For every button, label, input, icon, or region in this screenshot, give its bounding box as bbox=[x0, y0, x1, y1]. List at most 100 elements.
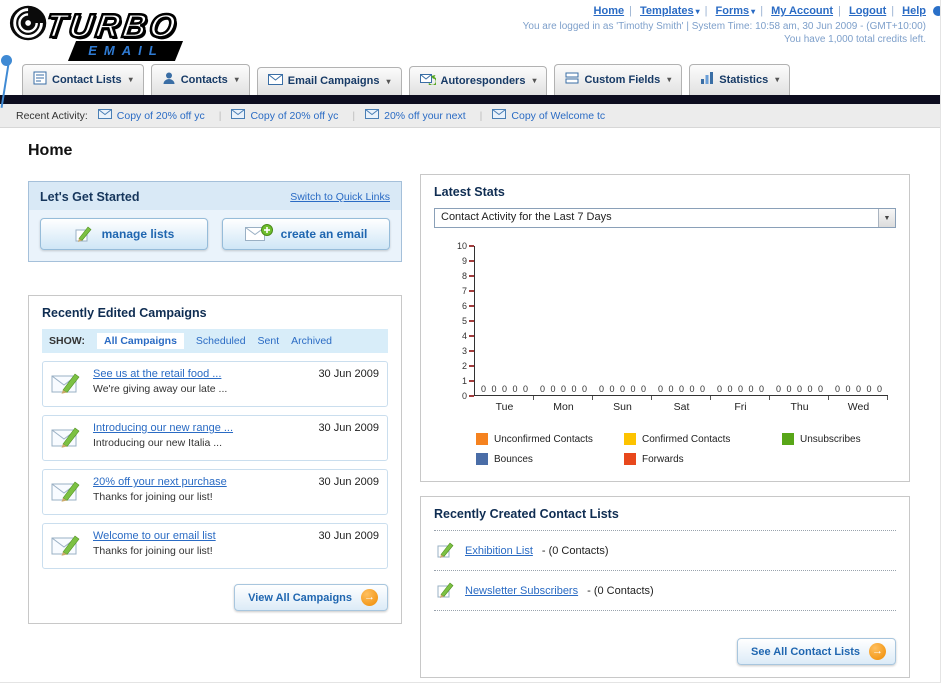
email-edit-icon bbox=[51, 368, 85, 400]
separator bbox=[700, 5, 713, 17]
filter-all-campaigns[interactable]: All Campaigns bbox=[96, 333, 184, 349]
campaign-list-item: Welcome to our email list Thanks for joi… bbox=[42, 523, 388, 569]
recent-activity-bar: Recent Activity: Copy of 20% off yc Copy… bbox=[0, 104, 940, 128]
recent-contact-lists-panel: Recently Created Contact Lists Exhibitio… bbox=[420, 496, 910, 678]
stats-period-value: Contact Activity for the Last 7 Days bbox=[441, 211, 612, 223]
campaign-title-link[interactable]: See us at the retail food ... bbox=[93, 368, 310, 380]
recent-activity-item[interactable]: 20% off your next bbox=[365, 109, 482, 122]
chart-legend: Unconfirmed Contacts Confirmed Contacts … bbox=[476, 433, 896, 465]
chart-values-row: 0 0 0 0 00 0 0 0 00 0 0 0 00 0 0 0 00 0 … bbox=[480, 384, 883, 394]
tab-email-campaigns[interactable]: Email Campaigns ▾ bbox=[256, 67, 402, 95]
header-nav: Home Templates▾ Forms▾ My Account Logout… bbox=[523, 5, 926, 17]
nav-link-help[interactable]: Help bbox=[902, 5, 926, 17]
email-campaigns-icon bbox=[267, 74, 283, 88]
login-info: You are logged in as 'Timothy Smith' | S… bbox=[522, 21, 926, 32]
legend-swatch bbox=[476, 453, 488, 465]
contacts-icon bbox=[162, 71, 176, 88]
see-all-contact-lists-button[interactable]: See All Contact Lists → bbox=[736, 638, 896, 665]
recent-activity-item[interactable]: Copy of Welcome tc bbox=[492, 109, 605, 122]
campaign-list-item: See us at the retail food ... We're givi… bbox=[42, 361, 388, 407]
recent-activity-label: Recent Activity: bbox=[16, 109, 88, 122]
header-right: Home Templates▾ Forms▾ My Account Logout… bbox=[523, 5, 926, 45]
get-started-title: Let's Get Started bbox=[40, 190, 140, 204]
contact-lists-list: Exhibition List - (0 Contacts) Newslette… bbox=[434, 530, 896, 611]
tab-autoresponders[interactable]: Autoresponders ▾ bbox=[408, 66, 548, 95]
legend-item: Unsubscribes bbox=[782, 433, 896, 445]
header-indicator-dot bbox=[933, 6, 940, 16]
campaign-title-link[interactable]: Welcome to our email list bbox=[93, 530, 310, 542]
email-edit-icon bbox=[51, 476, 85, 508]
contact-activity-chart: 0 1 2 3 4 5 6 7 8 9 10 0 0 0 0 00 0 0 0 00 0 0 0 0… bbox=[448, 241, 888, 413]
recent-contact-lists-title: Recently Created Contact Lists bbox=[434, 507, 619, 521]
tab-contacts[interactable]: Contacts ▾ bbox=[150, 64, 250, 95]
legend-item: Forwards bbox=[624, 453, 782, 465]
campaign-title-link[interactable]: 20% off your next purchase bbox=[93, 476, 310, 488]
switch-quick-links-link[interactable]: Switch to Quick Links bbox=[290, 191, 390, 203]
tab-custom-fields[interactable]: Custom Fields ▾ bbox=[554, 64, 683, 95]
pencil-icon bbox=[74, 223, 94, 246]
legend-swatch bbox=[476, 433, 488, 445]
legend-item: Bounces bbox=[476, 453, 624, 465]
tab-contact-lists[interactable]: Contact Lists ▾ bbox=[22, 64, 144, 95]
campaign-subtitle: Thanks for joining our list! bbox=[93, 491, 213, 503]
manage-lists-button[interactable]: manage lists bbox=[40, 218, 208, 250]
recent-activity-item[interactable]: Copy of 20% off yc bbox=[97, 109, 222, 122]
chevron-down-icon: ▾ bbox=[128, 75, 133, 84]
separator bbox=[624, 5, 637, 17]
list-edit-icon bbox=[436, 579, 456, 602]
latest-stats-title: Latest Stats bbox=[434, 185, 505, 199]
nav-link-my-account[interactable]: My Account bbox=[771, 5, 833, 17]
campaign-subtitle: Introducing our new Italia ... bbox=[93, 437, 222, 449]
legend-swatch bbox=[624, 433, 636, 445]
campaign-date: 30 Jun 2009 bbox=[318, 476, 379, 488]
show-label: SHOW: bbox=[49, 335, 85, 347]
filter-sent[interactable]: Sent bbox=[258, 335, 280, 347]
recent-activity-item[interactable]: Copy of 20% off yc bbox=[231, 109, 355, 122]
envelope-icon bbox=[97, 109, 112, 122]
logo-subtitle-strip: EMAIL bbox=[67, 41, 184, 61]
email-edit-icon bbox=[51, 530, 85, 562]
legend-item: Confirmed Contacts bbox=[624, 433, 782, 445]
nav-link-forms[interactable]: Forms ▾ bbox=[716, 5, 756, 17]
create-email-button[interactable]: create an email bbox=[222, 218, 390, 250]
chart-plot: 0 0 0 0 00 0 0 0 00 0 0 0 00 0 0 0 00 0 … bbox=[474, 246, 888, 396]
legend-item: Unconfirmed Contacts bbox=[476, 433, 624, 445]
autoresponders-icon bbox=[419, 73, 437, 88]
nav-link-logout[interactable]: Logout bbox=[849, 5, 886, 17]
chevron-down-icon: ▾ bbox=[234, 75, 239, 84]
contact-lists-icon bbox=[33, 71, 47, 88]
get-started-panel: Let's Get Started Switch to Quick Links … bbox=[28, 181, 402, 262]
contact-list-detail: - (0 Contacts) bbox=[587, 584, 654, 597]
separator bbox=[886, 5, 899, 17]
chevron-down-icon: ▾ bbox=[532, 76, 537, 85]
tab-statistics[interactable]: Statistics ▾ bbox=[689, 64, 791, 95]
latest-stats-panel: Latest Stats Contact Activity for the La… bbox=[420, 174, 910, 482]
logo-subtitle: EMAIL bbox=[88, 43, 164, 58]
list-edit-icon bbox=[436, 539, 456, 562]
view-all-campaigns-button[interactable]: View All Campaigns → bbox=[234, 584, 388, 611]
chevron-down-icon: ▾ bbox=[667, 75, 672, 84]
filter-scheduled[interactable]: Scheduled bbox=[196, 335, 246, 347]
new-email-icon bbox=[244, 223, 273, 245]
legend-swatch bbox=[624, 453, 636, 465]
contact-list-detail: - (0 Contacts) bbox=[541, 544, 609, 557]
contact-list-item: Newsletter Subscribers - (0 Contacts) bbox=[434, 570, 896, 610]
chart-y-axis: 0 1 2 3 4 5 6 7 8 9 10 bbox=[448, 241, 474, 401]
nav-link-templates[interactable]: Templates ▾ bbox=[640, 5, 700, 17]
main-nav: Contact Lists ▾ Contacts ▾ Email Campaigns… bbox=[0, 62, 940, 95]
header: TURBO EMAIL Home Templates▾ Forms▾ My Ac… bbox=[0, 0, 940, 108]
logo-title: TURBO bbox=[42, 5, 182, 45]
campaign-title-link[interactable]: Introducing our new range ... bbox=[93, 422, 310, 434]
filter-archived[interactable]: Archived bbox=[291, 335, 332, 347]
chart-labels-row: Tue Mon Sun Sat Fri Thu Wed bbox=[475, 396, 888, 413]
nav-link-home[interactable]: Home bbox=[594, 5, 625, 17]
stats-period-select[interactable]: Contact Activity for the Last 7 Days ▼ bbox=[434, 208, 896, 228]
campaign-subtitle: Thanks for joining our list! bbox=[93, 545, 213, 557]
campaign-filter-bar: SHOW: All Campaigns Scheduled Sent Archi… bbox=[42, 329, 388, 353]
arrow-right-icon: → bbox=[869, 643, 886, 660]
campaign-date: 30 Jun 2009 bbox=[318, 530, 379, 542]
nav-divider-bar bbox=[0, 95, 940, 104]
contact-list-link[interactable]: Newsletter Subscribers bbox=[465, 585, 578, 597]
envelope-icon bbox=[492, 109, 507, 122]
contact-list-link[interactable]: Exhibition List bbox=[465, 545, 533, 557]
